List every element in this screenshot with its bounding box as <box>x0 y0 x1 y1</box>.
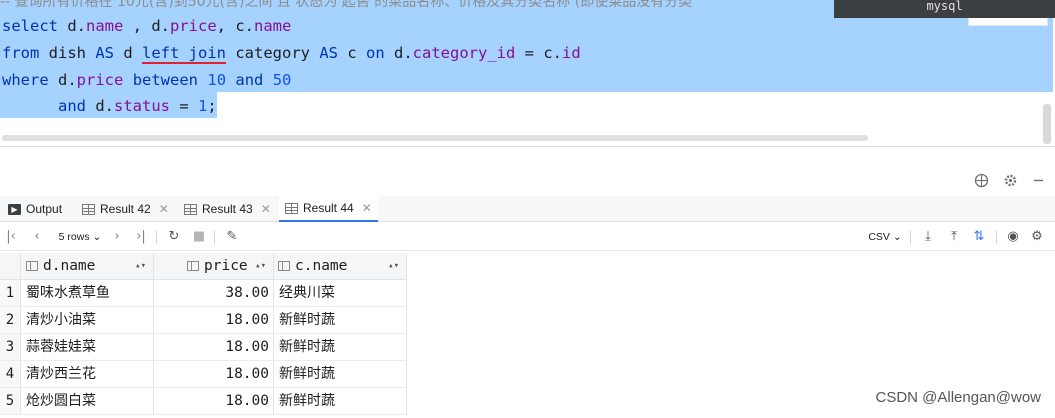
row-number[interactable]: 5 <box>0 388 21 415</box>
table-icon <box>184 203 197 215</box>
tab-result-43[interactable]: Result 43 ✕ <box>178 196 277 222</box>
toolbar-separator <box>996 230 997 244</box>
datasource-badge[interactable]: mysql <box>834 0 1055 18</box>
console-icon: ▶ <box>8 203 21 215</box>
table-cell-price[interactable]: 38.00 <box>154 280 274 307</box>
prev-page-icon[interactable]: ‹ <box>30 223 44 251</box>
row-number[interactable]: 3 <box>0 334 21 361</box>
table-cell-name[interactable]: 清炒小油菜 <box>21 307 154 334</box>
sql-editor[interactable]: -- 查询所有价格在 10元(含)到50元(含)之间 且 状态为 起售 的菜品名… <box>0 0 1055 146</box>
sql-line-4[interactable]: and d.status = 1; <box>2 93 217 119</box>
toolbar-separator <box>910 230 911 244</box>
row-number[interactable]: 4 <box>0 361 21 388</box>
sort-icon[interactable]: ▴▾ <box>388 253 399 280</box>
table-cell-category[interactable]: 新鲜时蔬 <box>274 361 407 388</box>
close-icon[interactable]: ✕ <box>159 202 169 216</box>
export-icon[interactable]: ⤓ <box>920 223 936 251</box>
pane-tools <box>974 170 1055 194</box>
table-cell-price[interactable]: 18.00 <box>154 388 274 415</box>
column-icon <box>278 261 290 271</box>
table-cell-category[interactable]: 经典川菜 <box>274 280 407 307</box>
tab-result-42[interactable]: Result 42 ✕ <box>76 196 175 222</box>
refresh-icon[interactable]: ↻ <box>166 223 182 251</box>
rows-dropdown[interactable]: 5 rows ⌄ <box>52 223 108 251</box>
row-number-header <box>0 253 21 280</box>
editor-horizontal-scrollbar[interactable] <box>2 135 868 141</box>
globe-icon[interactable] <box>974 173 989 192</box>
column-header-d-name[interactable]: d.name ▴▾ <box>21 253 154 280</box>
table-cell-category[interactable]: 新鲜时蔬 <box>274 388 407 415</box>
table-cell-name[interactable]: 蜀味水煮草鱼 <box>21 280 154 307</box>
export-format-dropdown[interactable]: CSV ⌄ <box>866 223 904 251</box>
compare-icon[interactable]: ⇅ <box>970 223 988 251</box>
table-cell-category[interactable]: 新鲜时蔬 <box>274 307 407 334</box>
column-icon <box>187 261 199 271</box>
row-number[interactable]: 2 <box>0 307 21 334</box>
pin-icon[interactable]: ✎ <box>224 223 240 251</box>
tab-output[interactable]: ▶ Output <box>2 196 68 222</box>
toolbar-separator <box>214 230 215 244</box>
table-cell-price[interactable]: 18.00 <box>154 361 274 388</box>
watermark: CSDN @Allengan@wow <box>875 389 1041 406</box>
sort-icon[interactable]: ▴▾ <box>255 253 266 280</box>
toolbar-separator <box>156 230 157 244</box>
chevron-down-icon: ⌄ <box>892 231 902 243</box>
view-icon[interactable]: ◉ <box>1004 223 1022 251</box>
first-page-icon[interactable]: |‹ <box>4 223 18 251</box>
left-join-warning[interactable]: left join <box>142 44 226 64</box>
column-icon <box>26 261 38 271</box>
table-cell-category[interactable]: 新鲜时蔬 <box>274 334 407 361</box>
results-tab-bar: ▶ Output Result 42 ✕ Result 43 ✕ Result … <box>0 196 1055 222</box>
inspection-widget <box>968 18 1048 26</box>
table-cell-price[interactable]: 18.00 <box>154 307 274 334</box>
pane-divider[interactable] <box>0 146 1055 147</box>
result-toolbar: |‹ ‹ 5 rows ⌄ › ›| ↻ ■ ✎ CSV ⌄ ⤓ ⤒ ⇅ ◉ ⚙ <box>0 223 1055 251</box>
table-cell-name[interactable]: 炝炒圆白菜 <box>21 388 154 415</box>
settings-icon[interactable]: ⚙ <box>1028 223 1046 251</box>
sql-line-1[interactable]: select d.name , d.price, c.name <box>2 13 291 39</box>
close-icon[interactable]: ✕ <box>261 202 271 216</box>
import-icon[interactable]: ⤒ <box>946 223 962 251</box>
sort-icon[interactable]: ▴▾ <box>135 253 146 280</box>
table-cell-name[interactable]: 清炒西兰花 <box>21 361 154 388</box>
next-page-icon[interactable]: › <box>110 223 124 251</box>
minimize-icon[interactable] <box>1032 173 1045 191</box>
table-icon <box>82 203 95 215</box>
table-cell-name[interactable]: 蒜蓉娃娃菜 <box>21 334 154 361</box>
last-page-icon[interactable]: ›| <box>134 223 148 251</box>
table-cell-price[interactable]: 18.00 <box>154 334 274 361</box>
editor-vertical-scrollbar[interactable] <box>1043 104 1051 144</box>
chevron-down-icon: ⌄ <box>92 231 102 243</box>
close-icon[interactable]: ✕ <box>362 201 372 215</box>
column-header-c-name[interactable]: c.name ▴▾ <box>274 253 407 280</box>
stop-icon[interactable]: ■ <box>192 223 206 251</box>
sql-line-3[interactable]: where d.price between 10 and 50 <box>2 67 291 93</box>
column-header-price[interactable]: price ▴▾ <box>154 253 274 280</box>
sql-line-2[interactable]: from dish AS d left join category AS c o… <box>2 40 581 66</box>
row-number[interactable]: 1 <box>0 280 21 307</box>
tab-result-44[interactable]: Result 44 ✕ <box>279 196 378 222</box>
gear-icon[interactable] <box>1003 173 1018 192</box>
table-icon <box>285 202 298 214</box>
sql-comment: -- 查询所有价格在 10元(含)到50元(含)之间 且 状态为 起售 的菜品名… <box>0 0 693 10</box>
